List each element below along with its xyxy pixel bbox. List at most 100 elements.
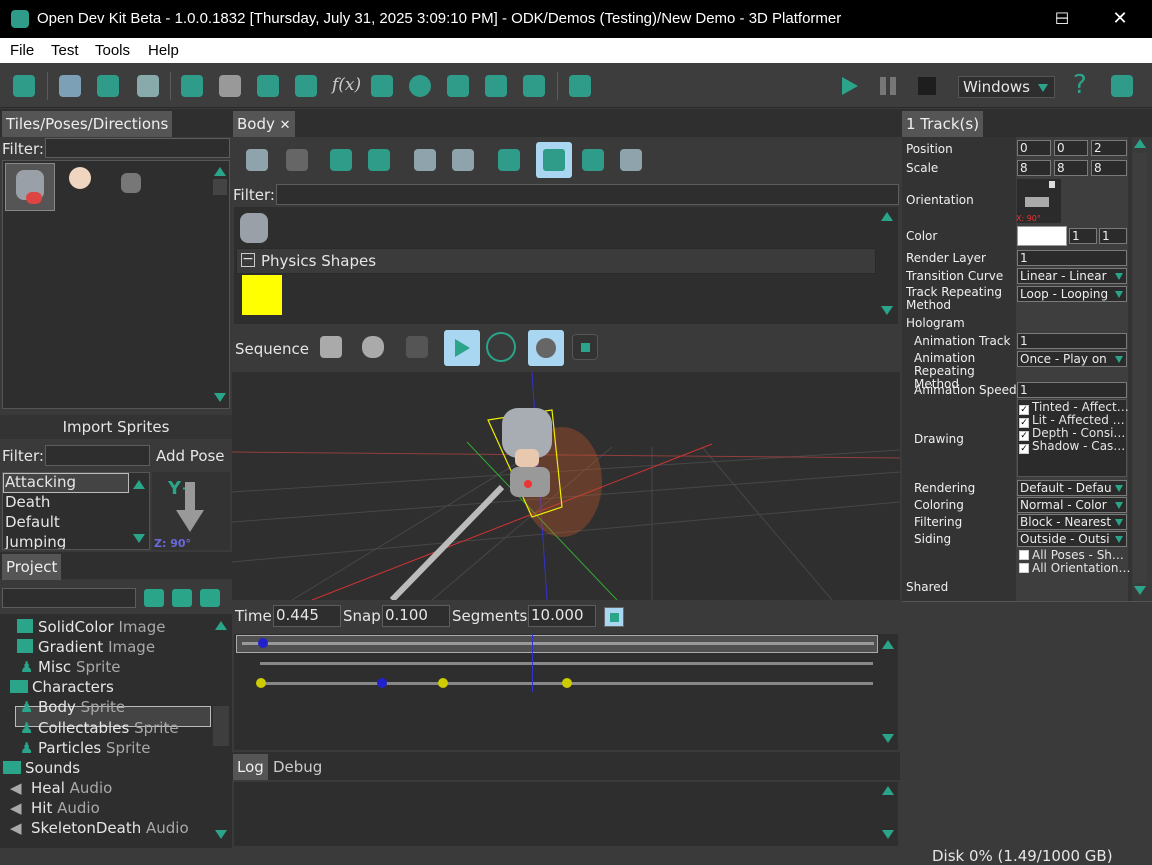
siding-select[interactable]: Outside - Outsi [1017, 531, 1127, 547]
import-sprites-button[interactable]: Import Sprites [0, 415, 232, 439]
project-item-body[interactable]: ♟ Body Sprite [20, 698, 125, 716]
scroll-down-icon[interactable] [133, 534, 145, 543]
pose-default[interactable]: Default [5, 513, 60, 531]
snap-input[interactable]: 0.100 [382, 605, 450, 627]
scroll-up-icon[interactable] [133, 480, 145, 489]
color-swatch[interactable] [1017, 226, 1067, 246]
scale-z-input[interactable]: 8 [1091, 160, 1127, 176]
shirt-icon[interactable] [443, 71, 473, 101]
help-icon[interactable]: ? [1073, 70, 1087, 100]
scroll-up-icon[interactable] [215, 621, 227, 630]
project-item-skeletondeath[interactable]: ◀ SkeletonDeath Audio [10, 819, 189, 837]
folder-add-icon[interactable] [200, 589, 220, 607]
filtering-select[interactable]: Block - Nearest [1017, 514, 1127, 530]
export-icon[interactable] [364, 145, 394, 175]
shadow-checkbox[interactable]: ✓ Shadow - Cas… [1019, 439, 1125, 454]
users-icon[interactable] [367, 71, 397, 101]
project-item-hit[interactable]: ◀ Hit Audio [10, 799, 100, 817]
menu-tools[interactable]: Tools [95, 42, 130, 59]
tile-knight[interactable] [5, 163, 55, 211]
coloring-select[interactable]: Normal - Color [1017, 497, 1127, 513]
position-y-input[interactable]: 0 [1054, 140, 1088, 156]
tile-character[interactable] [65, 165, 95, 199]
rendering-select[interactable]: Default - Defau [1017, 480, 1127, 496]
audio-icon[interactable] [215, 71, 245, 101]
project-icon[interactable] [9, 71, 39, 101]
tile-view-icon[interactable] [578, 145, 608, 175]
pose-attacking[interactable]: Attacking [5, 473, 76, 491]
stop-icon[interactable] [912, 71, 942, 101]
layer-down-icon[interactable] [448, 145, 478, 175]
tile-add-icon[interactable] [144, 589, 164, 607]
play-loop-icon[interactable] [486, 332, 516, 362]
tab-close-icon[interactable]: ✕ [280, 118, 291, 133]
layer-up-icon[interactable] [410, 145, 440, 175]
maximize-button[interactable]: ☐ [1039, 6, 1085, 32]
object-icon[interactable] [253, 71, 283, 101]
scroll-down-icon[interactable] [1134, 586, 1146, 595]
tab-log[interactable]: Log [233, 754, 268, 780]
render-layer-input[interactable]: 1 [1017, 250, 1127, 266]
folder-sounds[interactable]: Sounds [3, 759, 80, 777]
position-z-input[interactable]: 2 [1091, 140, 1127, 156]
keyframe-2[interactable] [377, 678, 387, 688]
anim-repeating-select[interactable]: Once - Play on [1017, 351, 1127, 367]
transition-curve-select[interactable]: Linear - Linear [1017, 268, 1127, 284]
capsule-add-icon[interactable] [358, 332, 388, 362]
lock-button[interactable] [604, 607, 624, 627]
import-icon[interactable] [326, 145, 356, 175]
project-search-input[interactable] [2, 588, 136, 608]
scroll-down-icon[interactable] [214, 393, 226, 402]
viewport-3d[interactable] [232, 372, 900, 600]
scroll-down-icon[interactable] [881, 306, 893, 315]
menu-test[interactable]: Test [51, 42, 79, 59]
scroll-up-icon[interactable] [214, 167, 226, 176]
all-orientations-checkbox[interactable]: All Orientation… [1019, 561, 1130, 575]
folder-characters[interactable]: Characters [10, 678, 114, 696]
animation-track-input[interactable]: 1 [1017, 333, 1127, 349]
project-item-heal[interactable]: ◀ Heal Audio [10, 779, 112, 797]
database-icon[interactable] [481, 71, 511, 101]
bag-icon[interactable] [405, 71, 435, 101]
scroll-up-icon[interactable] [1134, 139, 1146, 148]
landscape-icon[interactable] [616, 145, 646, 175]
keyframe-1[interactable] [256, 678, 266, 688]
keyframe-3[interactable] [438, 678, 448, 688]
collapse-icon[interactable]: − [241, 252, 255, 267]
body-filter-input[interactable] [276, 184, 899, 205]
time-input[interactable]: 0.445 [273, 605, 341, 627]
scroll-up-icon[interactable] [882, 786, 894, 795]
gamepad-icon[interactable] [291, 71, 321, 101]
track-repeating-select[interactable]: Loop - Looping [1017, 286, 1127, 302]
tile-icon[interactable] [177, 71, 207, 101]
animation-speed-input[interactable]: 1 [1017, 382, 1127, 398]
physics-shapes-header[interactable]: − Physics Shapes [236, 248, 876, 274]
pause-icon[interactable] [874, 71, 904, 101]
user-settings-icon[interactable] [1107, 71, 1137, 101]
film-icon[interactable] [282, 145, 312, 175]
physics-shape-swatch[interactable] [242, 275, 282, 315]
pose-jumping[interactable]: Jumping [5, 533, 66, 549]
copy-icon[interactable] [494, 145, 524, 175]
scroll-down-icon[interactable] [215, 830, 227, 839]
platform-select[interactable]: Windows [958, 76, 1055, 98]
play-sequence-button[interactable] [444, 330, 480, 366]
cube-add-icon[interactable] [316, 332, 346, 362]
tab-tiles-poses-directions[interactable]: Tiles/Poses/Directions [2, 111, 173, 137]
time-cursor[interactable] [532, 634, 533, 692]
tile-horned-helmet[interactable] [113, 165, 149, 199]
timeline-keyframe[interactable] [258, 638, 268, 648]
function-icon[interactable]: f(x) [329, 71, 361, 101]
project-item-collectables[interactable]: ♟ Collectables Sprite [20, 719, 179, 737]
menu-help[interactable]: Help [148, 42, 179, 59]
project-item-solidcolor[interactable]: SolidColor Image [17, 618, 165, 636]
tab-debug[interactable]: Debug [273, 758, 322, 776]
menu-file[interactable]: File [10, 42, 34, 59]
segments-input[interactable]: 10.000 [528, 605, 596, 627]
settings-window-icon[interactable] [133, 71, 163, 101]
stop-sequence-button[interactable] [572, 334, 598, 360]
color-intensity-input[interactable]: 1 [1099, 228, 1127, 244]
api-icon[interactable] [93, 71, 123, 101]
scroll-up-icon[interactable] [881, 212, 893, 221]
tab-tracks[interactable]: 1 Track(s) [902, 111, 984, 137]
